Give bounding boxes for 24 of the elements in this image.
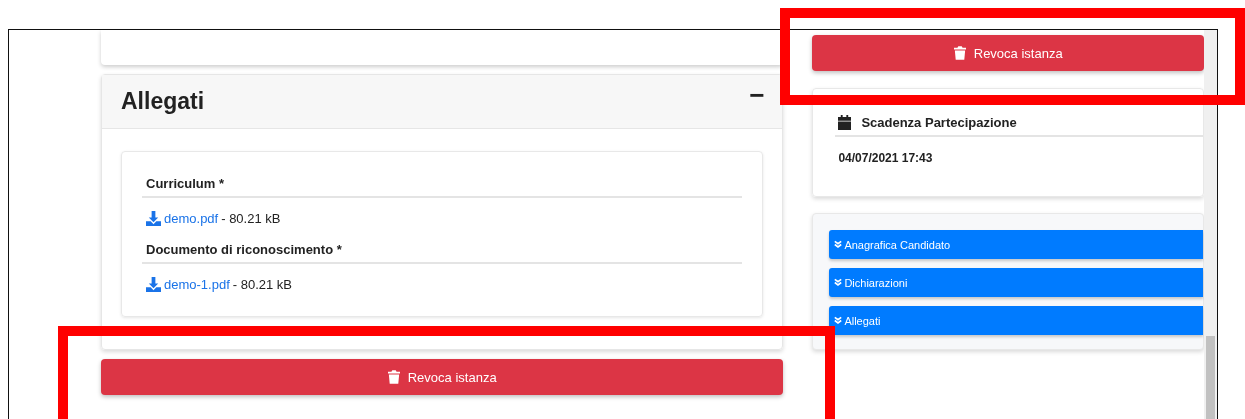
trash-icon	[953, 46, 966, 60]
section-button[interactable]: Dichiarazioni	[829, 268, 1203, 297]
attachment-label: Documento di riconoscimento *	[142, 236, 743, 264]
revoke-button[interactable]: Revoca istanza	[812, 35, 1204, 71]
section-button[interactable]: Allegati	[829, 306, 1203, 335]
file-link[interactable]: demo.pdf	[164, 211, 219, 226]
deadline-value: 04/07/2021 17:43	[837, 150, 934, 167]
panel-title: Allegati	[121, 88, 205, 115]
double-chevron-icon	[834, 316, 843, 325]
revoke-button[interactable]: Revoca istanza	[101, 359, 784, 395]
download-icon	[146, 211, 161, 226]
scrollbar[interactable]	[1204, 30, 1217, 419]
collapse-button[interactable]: −	[749, 81, 765, 108]
file-link[interactable]: demo-1.pdf	[164, 277, 230, 292]
trash-icon	[387, 370, 400, 384]
deadline-title: Scadenza Partecipazione	[861, 115, 1017, 130]
file-size: - 80.21 kB	[232, 277, 293, 292]
file-size: - 80.21 kB	[221, 211, 281, 226]
calendar-icon	[838, 115, 852, 130]
attachment-label: Curriculum *	[142, 170, 743, 198]
double-chevron-icon	[834, 240, 843, 249]
section-button[interactable]: Anagrafica Candidato	[829, 230, 1203, 259]
download-icon	[146, 277, 161, 292]
double-chevron-icon	[834, 278, 843, 287]
